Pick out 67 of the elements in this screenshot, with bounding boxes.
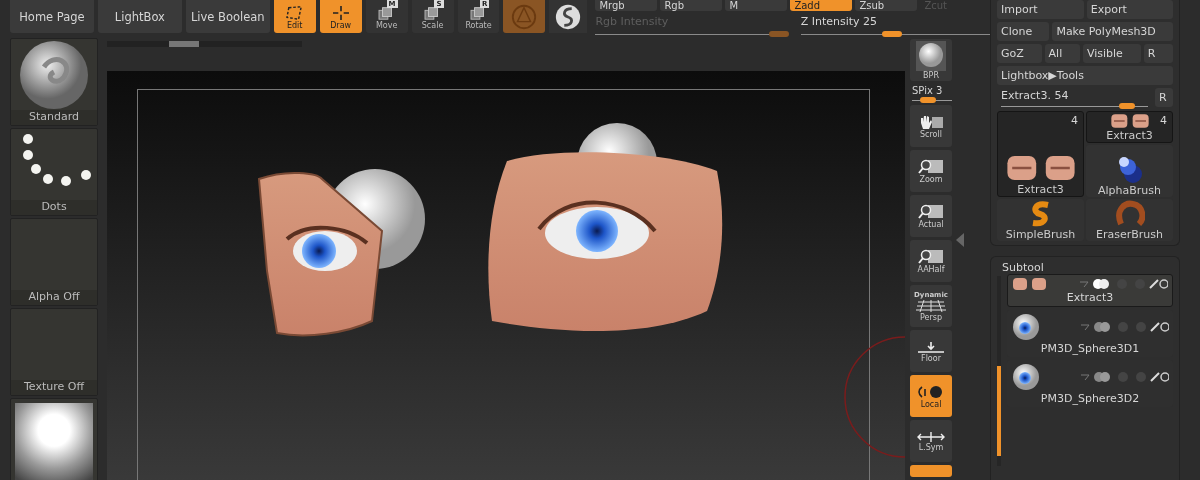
tool-tile[interactable]: SimpleBrush [997, 199, 1084, 241]
mode-button[interactable]: Zadd [790, 0, 853, 11]
spix-slider[interactable]: SPix 3 [910, 84, 954, 102]
slider-thumb[interactable] [920, 97, 936, 103]
magnifier-icon [918, 158, 944, 175]
shelf-button[interactable]: Zoom [910, 150, 952, 192]
shelf-button[interactable]: Local [910, 375, 952, 417]
palette-tile[interactable] [10, 398, 98, 480]
intensity-slider[interactable]: Z Intensity 25 [800, 15, 990, 35]
tool-tile[interactable]: 4 Extract3 [997, 111, 1084, 197]
shelf-button[interactable]: BPR [910, 39, 952, 81]
tool-tile[interactable]: EraserBrush [1086, 199, 1173, 241]
tool-menu-button[interactable]: Make PolyMesh3D [1052, 22, 1173, 41]
magnifier-icon [918, 203, 944, 220]
collapse-arrow-icon[interactable] [956, 233, 964, 247]
symmetry-icon [916, 430, 946, 443]
menu-button[interactable]: Home Page [10, 0, 94, 33]
menu-button[interactable]: LightBox [97, 0, 182, 33]
tool-menu-button[interactable]: All [1044, 44, 1080, 63]
tool-menu-button[interactable]: R [1143, 44, 1174, 63]
mode-button[interactable]: Mrgb [595, 0, 658, 11]
palette-tile[interactable]: Dots [10, 128, 98, 216]
menu-button[interactable]: Live Boolean [185, 0, 270, 33]
scroll-bar[interactable] [997, 276, 1001, 466]
eyeball-icon [1011, 312, 1041, 342]
tool-menu-button[interactable]: Visible [1082, 44, 1141, 63]
palette-tile[interactable]: Texture Off [10, 308, 98, 396]
grid-icon [916, 298, 946, 313]
tool-button[interactable]: Draw [319, 0, 362, 33]
tool-menu-button[interactable]: GoZ [997, 44, 1042, 63]
logo-button[interactable] [549, 0, 588, 33]
panel-title: Subtool [1001, 261, 1045, 274]
mode-button[interactable]: Zsub [855, 0, 918, 11]
slider-thumb[interactable] [1119, 103, 1136, 109]
eye-patch-icon [1004, 153, 1077, 183]
visibility-toggles-icon[interactable] [1078, 277, 1168, 291]
mode-button[interactable]: Rgb [660, 0, 723, 11]
tool-slider[interactable]: Extract3. 54 [997, 88, 1152, 108]
scroll-bar[interactable] [107, 41, 302, 47]
visibility-toggles-icon[interactable] [1079, 320, 1169, 334]
shelf-button[interactable]: L.Sym [910, 420, 952, 462]
slider-thumb[interactable] [881, 31, 902, 37]
tool-tile[interactable]: 4 Extract3 [1086, 111, 1173, 143]
logo-icon [554, 2, 583, 31]
eye-patch-icon [1109, 113, 1150, 129]
tool-menu-button[interactable]: Lightbox▶Tools [997, 66, 1173, 85]
eyeball-icon [1011, 362, 1041, 392]
reset-button[interactable]: R [1155, 88, 1173, 107]
visibility-toggles-icon[interactable] [1079, 370, 1169, 384]
palette-tile[interactable]: Alpha Off [10, 218, 98, 306]
tool-menu-button[interactable]: Export [1086, 0, 1173, 19]
hand-icon [918, 113, 944, 130]
floor-icon [916, 339, 946, 354]
tool-button[interactable]: Edit [273, 0, 316, 33]
shelf-button[interactable]: Floor [910, 330, 952, 372]
mode-button[interactable]: M [725, 0, 788, 11]
shelf-button[interactable]: AAHalf [910, 240, 952, 282]
tool-menu-button[interactable]: Import [997, 0, 1084, 19]
tool-menu-button[interactable]: Clone [997, 22, 1050, 41]
palette-tile[interactable]: Standard [10, 38, 98, 126]
magnifier-icon [918, 248, 944, 265]
ring-brush-icon [1114, 200, 1145, 228]
tool-tile[interactable]: AlphaBrush [1086, 145, 1173, 197]
shelf-button[interactable]: Scroll [910, 105, 952, 147]
eye-patch-icon [1012, 277, 1048, 291]
subtool-item[interactable]: Extract3 [1007, 274, 1173, 307]
shelf-button[interactable]: Actual [910, 195, 952, 237]
